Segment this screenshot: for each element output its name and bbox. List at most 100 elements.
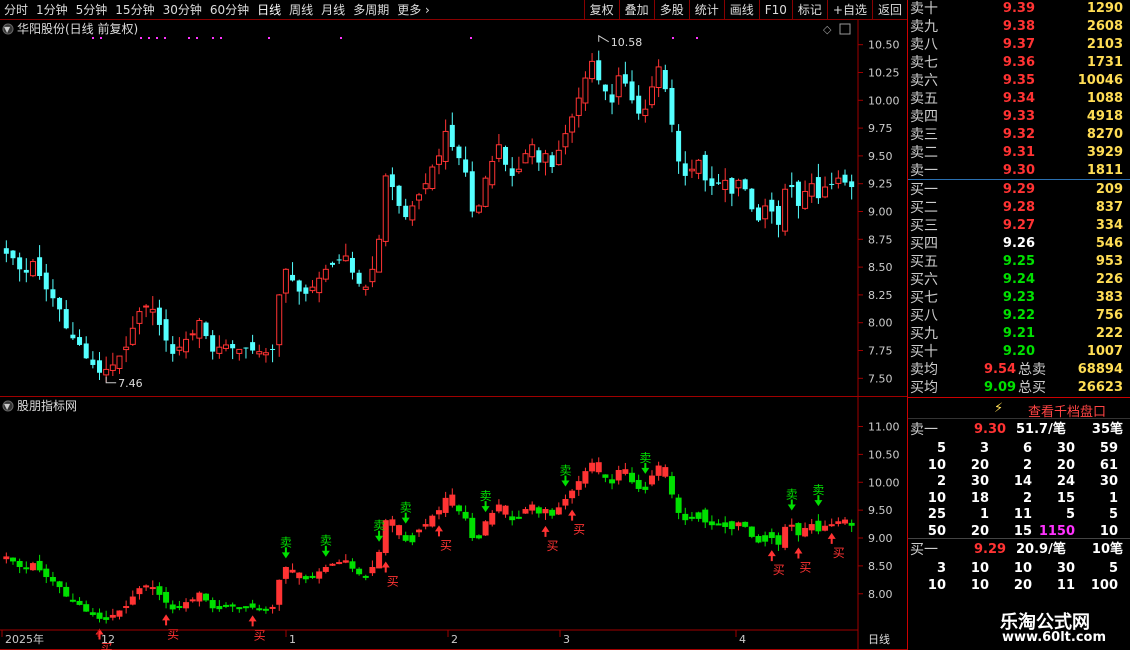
candle-up[interactable] — [109, 364, 116, 371]
candle-up[interactable] — [688, 168, 695, 172]
candle-down[interactable] — [303, 287, 309, 294]
candle-up[interactable] — [149, 308, 156, 313]
candle-up[interactable] — [189, 333, 196, 336]
candle-down[interactable] — [396, 185, 402, 206]
candle-down[interactable] — [50, 289, 56, 299]
tab-3[interactable]: 15分钟 — [111, 0, 158, 20]
ask-row[interactable]: 卖一 9.30 1811 — [908, 162, 1130, 180]
ind-candle[interactable] — [336, 562, 343, 565]
ind-candle[interactable] — [289, 569, 296, 573]
candle-up[interactable] — [322, 268, 329, 280]
ind-candle[interactable] — [136, 588, 143, 595]
event-marker[interactable] — [92, 37, 94, 39]
toolbar-button-2[interactable]: 多股 — [653, 0, 689, 20]
bid-row[interactable]: 买七 9.23 383 — [908, 289, 1130, 307]
ask-row[interactable]: 卖六 9.35 10046 — [908, 72, 1130, 90]
candle-up[interactable] — [409, 205, 416, 221]
ind-candle[interactable] — [642, 486, 649, 490]
candle-down[interactable] — [250, 342, 256, 351]
event-marker[interactable] — [156, 37, 158, 39]
ind-candle[interactable] — [3, 556, 10, 560]
sell-signal-label[interactable]: 卖 — [280, 535, 292, 549]
diamond-icon[interactable]: ◇ — [823, 23, 832, 36]
ask-row[interactable]: 卖八 9.37 2103 — [908, 36, 1130, 54]
candle-down[interactable] — [356, 272, 362, 284]
candle-up[interactable] — [562, 133, 569, 148]
ind-candle[interactable] — [296, 572, 303, 579]
ind-candle[interactable] — [609, 479, 616, 484]
ind-candle[interactable] — [376, 551, 383, 569]
ind-candle[interactable] — [469, 517, 476, 539]
ind-candle[interactable] — [835, 521, 842, 524]
candle-up[interactable] — [123, 346, 130, 351]
ind-candle[interactable] — [396, 525, 403, 536]
candle-down[interactable] — [156, 307, 162, 325]
ind-candle[interactable] — [43, 568, 50, 578]
ind-candle[interactable] — [848, 522, 855, 526]
ind-candle[interactable] — [256, 608, 263, 611]
candle-down[interactable] — [755, 207, 761, 221]
event-marker[interactable] — [196, 37, 198, 39]
ind-candle[interactable] — [169, 604, 176, 610]
candle-up[interactable] — [262, 352, 269, 356]
ind-candle[interactable] — [116, 610, 123, 617]
candle-down[interactable] — [503, 146, 509, 165]
tab-1[interactable]: 1分钟 — [32, 0, 72, 20]
ind-candle[interactable] — [183, 602, 190, 609]
candle-up[interactable] — [782, 188, 789, 232]
ind-candle[interactable] — [529, 504, 536, 511]
candle-up[interactable] — [495, 144, 502, 159]
candle-up[interactable] — [762, 205, 769, 220]
ind-candle[interactable] — [309, 575, 316, 578]
ind-candle[interactable] — [282, 567, 289, 579]
ind-candle[interactable] — [163, 591, 170, 603]
candle-down[interactable] — [63, 309, 69, 329]
ind-candle[interactable] — [502, 505, 509, 515]
candle-down[interactable] — [336, 259, 342, 261]
ask-row[interactable]: 卖十 9.39 1290 — [908, 0, 1130, 18]
candle-down[interactable] — [349, 257, 355, 273]
ind-candle[interactable] — [23, 567, 30, 570]
candle-down[interactable] — [629, 81, 635, 101]
candle-up[interactable] — [648, 86, 655, 106]
candle-up[interactable] — [808, 183, 815, 197]
sell-signal-label[interactable]: 卖 — [559, 464, 571, 478]
ind-candle[interactable] — [589, 462, 596, 472]
event-marker[interactable] — [696, 37, 698, 39]
candle-down[interactable] — [210, 335, 216, 352]
candle-up[interactable] — [256, 351, 263, 355]
candle-down[interactable] — [23, 269, 29, 273]
sell-signal-label[interactable]: 卖 — [812, 483, 824, 497]
ind-candle[interactable] — [69, 599, 76, 602]
candle-up[interactable] — [822, 186, 829, 198]
candle-up[interactable] — [236, 348, 243, 354]
candle-up[interactable] — [216, 346, 223, 354]
bid-row[interactable]: 买九 9.21 222 — [908, 325, 1130, 343]
candle-up[interactable] — [802, 190, 809, 209]
candle-down[interactable] — [3, 248, 9, 254]
ind-candle[interactable] — [768, 532, 775, 539]
candle-up[interactable] — [615, 75, 622, 98]
ind-candle[interactable] — [562, 498, 569, 506]
candle-up[interactable] — [176, 346, 183, 351]
candle-down[interactable] — [815, 177, 821, 199]
ind-candle[interactable] — [16, 560, 23, 568]
tab-5[interactable]: 60分钟 — [206, 0, 253, 20]
toolbar-button-1[interactable]: 叠加 — [618, 0, 654, 20]
candle-down[interactable] — [77, 337, 83, 345]
ind-candle[interactable] — [815, 520, 822, 532]
candle-up[interactable] — [489, 160, 496, 186]
candle-up[interactable] — [282, 268, 289, 294]
candle-up[interactable] — [103, 368, 110, 376]
ind-candle[interactable] — [695, 512, 702, 519]
candle-up[interactable] — [442, 130, 449, 162]
ask-row[interactable]: 卖七 9.36 1731 — [908, 54, 1130, 72]
toolbar-button-3[interactable]: 统计 — [688, 0, 724, 20]
candle-down[interactable] — [170, 344, 176, 354]
candle-down[interactable] — [709, 178, 715, 186]
ind-candle[interactable] — [449, 494, 456, 506]
ind-candle[interactable] — [542, 509, 549, 514]
toolbar-button-0[interactable]: 复权 — [583, 0, 619, 20]
ind-candle[interactable] — [83, 604, 90, 612]
ind-candle[interactable] — [269, 606, 276, 609]
